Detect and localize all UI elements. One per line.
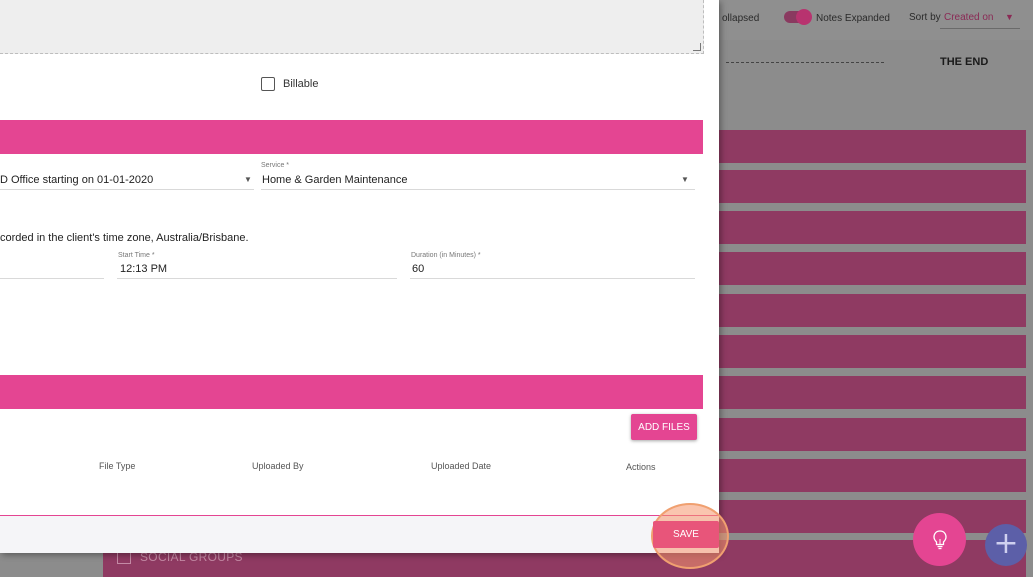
duration-underline — [410, 278, 695, 279]
service-underline — [261, 189, 695, 190]
section-header-bar — [0, 120, 703, 154]
column-actions: Actions — [626, 462, 656, 472]
the-end-label: THE END — [940, 56, 989, 68]
chevron-down-icon: ▼ — [1005, 12, 1014, 22]
service-select[interactable]: Home & Garden Maintenance — [262, 174, 408, 186]
duration-label: Duration (in Minutes) * — [411, 252, 481, 259]
start-time-label: Start Time * — [118, 252, 155, 259]
plus-icon: + — [993, 526, 1019, 561]
billable-checkbox[interactable] — [261, 77, 275, 91]
add-button[interactable]: + — [985, 524, 1027, 566]
start-time-input[interactable]: 12:13 PM — [120, 263, 167, 275]
chevron-down-icon: ▼ — [681, 175, 689, 184]
column-uploaded-date: Uploaded Date — [431, 461, 492, 471]
agreement-select[interactable]: D Office starting on 01-01-2020 — [0, 174, 153, 186]
agreement-underline — [0, 189, 254, 190]
sort-by-label: Sort by — [909, 12, 941, 23]
lightbulb-icon — [933, 530, 947, 550]
notes-toggle[interactable] — [784, 9, 812, 25]
notes-textarea[interactable] — [0, 0, 704, 54]
notes-expanded-label: Notes Expanded — [816, 13, 890, 24]
sort-underline — [940, 28, 1020, 29]
sort-select[interactable]: Created on — [944, 12, 993, 23]
save-button[interactable]: SAVE — [653, 521, 719, 548]
duration-input[interactable]: 60 — [412, 263, 424, 275]
modal-footer — [0, 515, 719, 553]
timeline-divider — [726, 62, 884, 63]
resize-handle[interactable] — [693, 43, 701, 51]
timezone-notice: corded in the client's time zone, Austra… — [0, 232, 249, 244]
toggle-knob — [796, 9, 812, 25]
tips-button[interactable] — [913, 513, 966, 566]
notes-collapsed-label: ollapsed — [722, 13, 760, 24]
files-section-header-bar — [0, 375, 703, 409]
add-files-button[interactable]: ADD FILES — [631, 414, 697, 440]
billable-label: Billable — [283, 78, 319, 90]
chevron-down-icon: ▼ — [244, 175, 252, 184]
date-underline — [0, 278, 104, 279]
service-label: Service * — [261, 162, 290, 169]
note-modal: Billable D Office starting on 01-01-2020… — [0, 0, 719, 553]
column-uploaded-by: Uploaded By — [252, 461, 304, 471]
column-file-type: File Type — [99, 461, 136, 471]
start-time-underline — [117, 278, 397, 279]
